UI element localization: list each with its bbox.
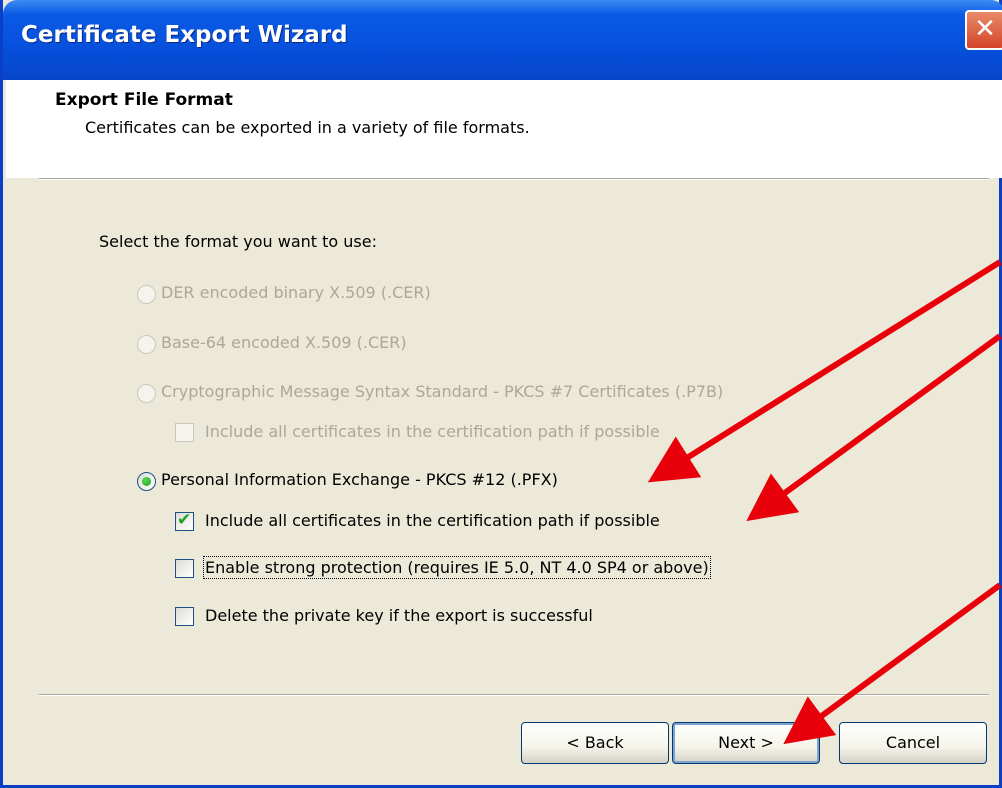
- back-button[interactable]: < Back: [521, 722, 669, 764]
- pkcs7-include-checkbox-icon: [175, 423, 194, 442]
- delete-key-label[interactable]: Delete the private key if the export is …: [205, 606, 593, 625]
- pkcs7-radio-icon: [137, 384, 156, 403]
- close-button[interactable]: ✕: [965, 10, 1002, 50]
- pfx-option-label[interactable]: Personal Information Exchange - PKCS #12…: [161, 470, 558, 489]
- header-divider: [39, 178, 989, 180]
- format-prompt: Select the format you want to use:: [99, 232, 377, 251]
- der-radio-icon: [137, 285, 156, 304]
- footer-divider: [39, 694, 989, 696]
- close-icon: ✕: [974, 14, 996, 44]
- der-option-label: DER encoded binary X.509 (.CER): [161, 283, 431, 302]
- page-subtitle: Certificates can be exported in a variet…: [85, 118, 530, 137]
- pkcs7-option-label: Cryptographic Message Syntax Standard - …: [161, 382, 724, 401]
- base64-option-label: Base-64 encoded X.509 (.CER): [161, 333, 407, 352]
- next-button[interactable]: Next >: [672, 722, 820, 764]
- pfx-include-checkbox[interactable]: ✔: [175, 510, 194, 531]
- cancel-button[interactable]: Cancel: [839, 722, 987, 764]
- strong-protection-label[interactable]: Enable strong protection (requires IE 5.…: [203, 556, 711, 579]
- wizard-window: Certificate Export Wizard ✕ Export File …: [0, 0, 1002, 788]
- title-bar: Certificate Export Wizard ✕: [3, 0, 1002, 80]
- pfx-radio-button[interactable]: [137, 472, 156, 491]
- window-title: Certificate Export Wizard: [21, 22, 348, 48]
- base64-radio-icon: [137, 335, 156, 354]
- pfx-include-label[interactable]: Include all certificates in the certific…: [205, 511, 660, 530]
- checkmark-icon: ✔: [177, 510, 192, 530]
- pkcs7-include-label: Include all certificates in the certific…: [205, 422, 660, 441]
- delete-key-checkbox[interactable]: [175, 607, 194, 626]
- strong-protection-checkbox[interactable]: [175, 559, 194, 578]
- page-title: Export File Format: [55, 90, 233, 110]
- radio-selected-icon: [142, 477, 151, 486]
